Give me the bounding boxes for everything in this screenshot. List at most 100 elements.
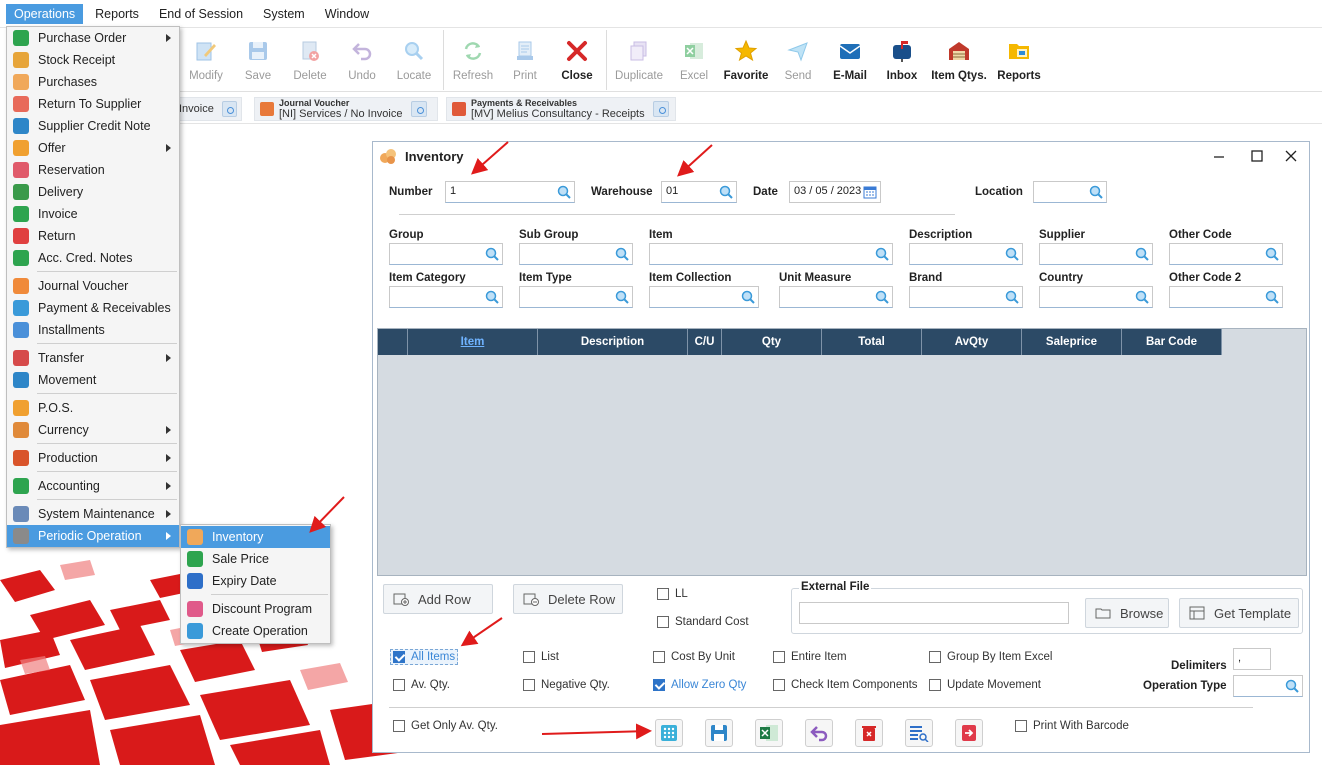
sub-group-input[interactable] xyxy=(519,243,633,265)
column-header-selector[interactable] xyxy=(378,329,408,355)
column-header-item[interactable]: Item xyxy=(408,329,538,355)
all-items-checkbox[interactable]: All Items xyxy=(390,649,459,665)
quick-item-invoice[interactable]: Invoice xyxy=(178,97,242,121)
generate-button[interactable] xyxy=(655,719,683,747)
menu-item-periodic-operation[interactable]: Periodic Operation xyxy=(7,525,179,547)
open-icon[interactable] xyxy=(410,101,427,117)
search-icon[interactable] xyxy=(1005,247,1019,261)
delete-button[interactable]: Delete xyxy=(284,28,336,90)
operation-type-input[interactable] xyxy=(1233,675,1303,697)
menu-item-acc-cred-notes[interactable]: Acc. Cred. Notes xyxy=(7,247,179,269)
search-icon[interactable] xyxy=(557,185,571,199)
menu-reports[interactable]: Reports xyxy=(87,4,147,24)
search-icon[interactable] xyxy=(719,185,733,199)
item-qtys-button[interactable]: Item Qtys. xyxy=(928,28,990,90)
duplicate-button[interactable]: Duplicate xyxy=(610,28,668,90)
menu-item-delivery[interactable]: Delivery xyxy=(7,181,179,203)
search-icon[interactable] xyxy=(615,290,629,304)
submenu-item-sale-price[interactable]: Sale Price xyxy=(181,548,330,570)
submenu-item-discount-program[interactable]: Discount Program xyxy=(181,598,330,620)
cost-by-unit-checkbox[interactable]: Cost By Unit xyxy=(653,651,735,663)
inbox-button[interactable]: Inbox xyxy=(876,28,928,90)
column-header-qty[interactable]: Qty xyxy=(722,329,822,355)
favorite-button[interactable]: Favorite xyxy=(720,28,772,90)
country-input[interactable] xyxy=(1039,286,1153,308)
get-only-av-qty-checkbox[interactable]: Get Only Av. Qty. xyxy=(393,720,498,732)
unit-measure-input[interactable] xyxy=(779,286,893,308)
close-button[interactable]: Close xyxy=(551,28,603,90)
submenu-item-inventory[interactable]: Inventory xyxy=(181,526,330,548)
submenu-item-create-operation[interactable]: Create Operation xyxy=(181,620,330,642)
menu-end-of-session[interactable]: End of Session xyxy=(151,4,251,24)
menu-window[interactable]: Window xyxy=(317,4,377,24)
menu-item-return[interactable]: Return xyxy=(7,225,179,247)
allow-zero-qty-checkbox[interactable]: Allow Zero Qty xyxy=(653,679,746,691)
menu-item-offer[interactable]: Offer xyxy=(7,137,179,159)
send-button[interactable]: Send xyxy=(772,28,824,90)
reports-button[interactable]: Reports xyxy=(990,28,1048,90)
column-header-saleprice[interactable]: Saleprice xyxy=(1022,329,1122,355)
menu-item-production[interactable]: Production xyxy=(7,447,179,469)
quick-item-payments-receivables[interactable]: Payments & Receivables [MV] Melius Consu… xyxy=(446,97,676,121)
calendar-icon[interactable] xyxy=(863,185,877,199)
search-icon[interactable] xyxy=(1135,247,1149,261)
item-collection-input[interactable] xyxy=(649,286,759,308)
ll-checkbox[interactable]: LL xyxy=(657,588,688,600)
get-template-button[interactable]: Get Template xyxy=(1179,598,1299,628)
menu-item-supplier-credit-note[interactable]: Supplier Credit Note xyxy=(7,115,179,137)
list-action-button[interactable] xyxy=(905,719,933,747)
menu-item-purchase-order[interactable]: Purchase Order xyxy=(7,27,179,49)
menu-item-return-to-supplier[interactable]: Return To Supplier xyxy=(7,93,179,115)
excel-action-button[interactable] xyxy=(755,719,783,747)
minimize-icon[interactable] xyxy=(1209,146,1229,166)
print-with-barcode-checkbox[interactable]: Print With Barcode xyxy=(1015,720,1129,732)
maximize-icon[interactable] xyxy=(1247,146,1267,166)
delimiters-input[interactable]: , xyxy=(1233,648,1271,670)
search-icon[interactable] xyxy=(1089,185,1103,199)
modify-button[interactable]: Modify xyxy=(180,28,232,90)
standard-cost-checkbox[interactable]: Standard Cost xyxy=(657,616,749,628)
menu-item-currency[interactable]: Currency xyxy=(7,419,179,441)
supplier-input[interactable] xyxy=(1039,243,1153,265)
check-item-components-checkbox[interactable]: Check Item Components xyxy=(773,679,918,691)
submenu-item-expiry-date[interactable]: Expiry Date xyxy=(181,570,330,592)
delete-row-button[interactable]: Delete Row xyxy=(513,584,623,614)
description-input[interactable] xyxy=(909,243,1023,265)
items-grid[interactable]: Item Description C/U Qty Total AvQty Saleprice… xyxy=(377,328,1307,576)
open-icon[interactable] xyxy=(221,101,237,117)
email-button[interactable]: E-Mail xyxy=(824,28,876,90)
item-type-input[interactable] xyxy=(519,286,633,308)
search-icon[interactable] xyxy=(1285,679,1299,693)
excel-button[interactable]: Excel xyxy=(668,28,720,90)
menu-item-purchases[interactable]: Purchases xyxy=(7,71,179,93)
search-icon[interactable] xyxy=(875,247,889,261)
location-input[interactable] xyxy=(1033,181,1107,203)
menu-item-system-maintenance[interactable]: System Maintenance xyxy=(7,503,179,525)
menu-item-journal-voucher[interactable]: Journal Voucher xyxy=(7,275,179,297)
search-icon[interactable] xyxy=(485,247,499,261)
exit-action-button[interactable] xyxy=(955,719,983,747)
search-icon[interactable] xyxy=(485,290,499,304)
other-code-2-input[interactable] xyxy=(1169,286,1283,308)
open-icon[interactable] xyxy=(652,101,669,117)
column-header-total[interactable]: Total xyxy=(822,329,922,355)
browse-button[interactable]: Browse xyxy=(1085,598,1169,628)
quick-item-journal-voucher[interactable]: Journal Voucher [NI] Services / No Invoi… xyxy=(254,97,438,121)
item-input[interactable] xyxy=(649,243,893,265)
warehouse-input[interactable]: 01 xyxy=(661,181,737,203)
group-by-item-excel-checkbox[interactable]: Group By Item Excel xyxy=(929,651,1052,663)
menu-item-movement[interactable]: Movement xyxy=(7,369,179,391)
menu-item-accounting[interactable]: Accounting xyxy=(7,475,179,497)
menu-item-p-o-s[interactable]: P.O.S. xyxy=(7,397,179,419)
external-file-input[interactable] xyxy=(799,602,1069,624)
search-icon[interactable] xyxy=(741,290,755,304)
refresh-button[interactable]: Refresh xyxy=(447,28,499,90)
locate-button[interactable]: Locate xyxy=(388,28,440,90)
column-header-description[interactable]: Description xyxy=(538,329,688,355)
search-icon[interactable] xyxy=(1265,247,1279,261)
menu-item-reservation[interactable]: Reservation xyxy=(7,159,179,181)
brand-input[interactable] xyxy=(909,286,1023,308)
delete-action-button[interactable] xyxy=(855,719,883,747)
column-header-c-u[interactable]: C/U xyxy=(688,329,722,355)
menu-item-installments[interactable]: Installments xyxy=(7,319,179,341)
